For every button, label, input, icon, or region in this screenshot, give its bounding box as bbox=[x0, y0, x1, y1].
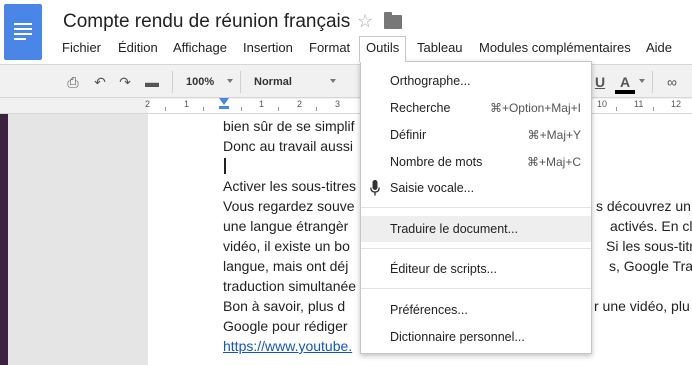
body-line: bien sûr de se simplif bbox=[223, 118, 355, 134]
menu-item-preferences[interactable]: Préférences... bbox=[361, 297, 591, 323]
document-title[interactable]: Compte rendu de réunion français bbox=[63, 11, 350, 33]
menu-outils[interactable]: Outils bbox=[359, 36, 407, 62]
body-line: Bon à savoir, plus d bbox=[223, 298, 346, 314]
ruler-number: 3 bbox=[335, 99, 341, 109]
left-indent-marker[interactable] bbox=[219, 106, 229, 109]
first-line-indent-marker[interactable] bbox=[219, 98, 229, 105]
body-line: une langue étrangèr bbox=[223, 218, 349, 234]
body-line: langue, mais ont déj bbox=[223, 258, 349, 274]
body-line: Google pour rédiger bbox=[223, 318, 348, 334]
ruler-number: 2 bbox=[297, 99, 303, 109]
text-cursor bbox=[224, 158, 226, 174]
body-line-right: Si les sous-titres bbox=[606, 238, 692, 254]
menu-insertion[interactable]: Insertion bbox=[237, 36, 299, 60]
body-line: Vous regardez souve bbox=[223, 198, 355, 214]
folder-icon[interactable] bbox=[384, 12, 402, 29]
text-color-caret-icon[interactable] bbox=[639, 79, 645, 83]
menu-item-dictionnaire[interactable]: Dictionnaire personnel... bbox=[361, 324, 591, 350]
paint-format-icon[interactable]: ▬ bbox=[144, 74, 160, 90]
star-icon[interactable]: ☆ bbox=[357, 12, 373, 30]
text-color-swatch bbox=[615, 90, 635, 94]
body-line-right: s découvrez un bbox=[596, 198, 691, 214]
youtube-link[interactable]: https://www.youtube. bbox=[223, 337, 352, 355]
menu-item-nombre-de-mots[interactable]: Nombre de mots ⌘+Maj+C bbox=[361, 149, 591, 175]
menu-item-saisie-vocale[interactable]: Saisie vocale... bbox=[361, 175, 591, 201]
menu-item-traduire[interactable]: Traduire le document... bbox=[361, 216, 591, 242]
menu-edition[interactable]: Édition bbox=[112, 36, 164, 60]
menu-modules[interactable]: Modules complémentaires bbox=[473, 36, 637, 60]
undo-icon[interactable]: ↶ bbox=[92, 74, 108, 90]
zoom-select[interactable]: 100% bbox=[186, 71, 214, 93]
body-line-right: activés. En cliq bbox=[610, 218, 692, 234]
background-strip bbox=[0, 114, 8, 365]
menu-item-definir[interactable]: Définir ⌘+Maj+Y bbox=[361, 122, 591, 148]
link-icon[interactable]: ∞ bbox=[664, 74, 680, 90]
style-caret-icon[interactable] bbox=[330, 79, 336, 83]
ruler-number: 11 bbox=[634, 99, 644, 109]
ruler-number: 1 bbox=[259, 99, 265, 109]
zoom-caret-icon[interactable] bbox=[227, 79, 233, 83]
menu-item-editeur-scripts[interactable]: Éditeur de scripts... bbox=[361, 256, 591, 282]
ruler-number: 1 bbox=[184, 99, 190, 109]
menu-item-recherche[interactable]: Recherche ⌘+Option+Maj+I bbox=[361, 95, 591, 121]
body-line: traduction simultanée bbox=[223, 278, 357, 294]
body-line: vidéo, il existe un bo bbox=[223, 238, 350, 254]
body-line-right: s, Google Tran bbox=[609, 258, 692, 274]
menu-item-orthographe[interactable]: Orthographe... bbox=[361, 68, 591, 94]
ruler-number: 12 bbox=[671, 99, 682, 109]
tools-menu-dropdown: Orthographe... Recherche ⌘+Option+Maj+I … bbox=[360, 61, 592, 354]
redo-icon[interactable]: ↷ bbox=[117, 74, 133, 90]
microphone-icon bbox=[370, 180, 380, 196]
docs-logo-icon[interactable] bbox=[4, 4, 42, 60]
text-color-button[interactable]: A bbox=[617, 74, 633, 90]
menu-aide[interactable]: Aide bbox=[640, 36, 678, 60]
print-icon[interactable]: ⎙ bbox=[65, 74, 81, 90]
underline-button[interactable]: U bbox=[592, 74, 608, 90]
menu-fichier[interactable]: Fichier bbox=[56, 36, 107, 60]
menu-tableau[interactable]: Tableau bbox=[411, 36, 469, 60]
body-line: Donc au travail aussi bbox=[223, 138, 353, 154]
menu-affichage[interactable]: Affichage bbox=[167, 36, 233, 60]
style-select[interactable]: Normal bbox=[254, 71, 292, 93]
menu-format[interactable]: Format bbox=[303, 36, 356, 60]
ruler-number: 10 bbox=[597, 99, 608, 109]
body-line: Activer les sous-titres bbox=[223, 178, 357, 194]
ruler-number: 2 bbox=[145, 99, 151, 109]
body-line-right: r une vidéo, plu bbox=[594, 298, 690, 314]
